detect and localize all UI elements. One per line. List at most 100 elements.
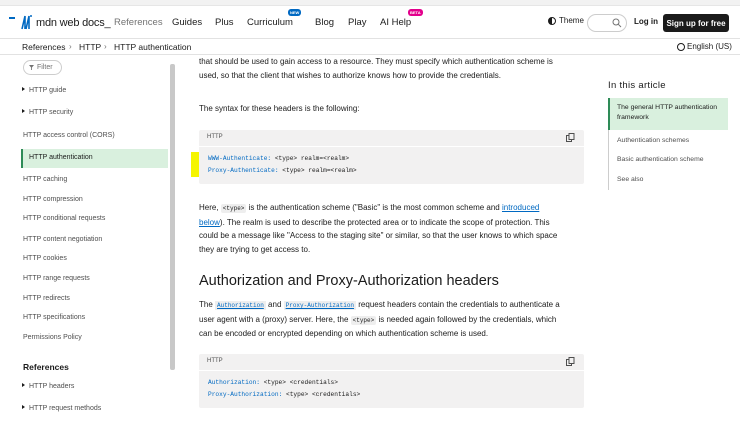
authorization-link[interactable]: Authorization	[215, 301, 266, 310]
sidebar-item-content-negotiation[interactable]: HTTP content negotiation	[23, 236, 102, 243]
theme-switcher[interactable]: Theme	[548, 16, 584, 25]
search-icon	[612, 18, 622, 28]
paragraph-type-explanation: Here, <type> is the authentication schem…	[199, 201, 587, 256]
breadcrumb-current[interactable]: HTTP authentication	[114, 42, 191, 52]
search-caret	[9, 17, 15, 19]
sidebar-item-http-security[interactable]: HTTP security	[22, 109, 73, 116]
nav-guides[interactable]: Guides	[172, 17, 202, 28]
paragraph-line: The Authorization and Proxy-Authorizatio…	[199, 298, 587, 313]
toc-item-authentication-schemes[interactable]: Authentication schemes	[617, 136, 727, 146]
nav-play[interactable]: Play	[348, 17, 366, 28]
text: and	[265, 300, 284, 309]
sidebar-item-label: HTTP request methods	[29, 405, 102, 412]
text: is needed again followed by the credenti…	[376, 314, 557, 324]
paragraph-line: below). The realm is used to describe th…	[199, 216, 587, 230]
nav-plus[interactable]: Plus	[215, 17, 233, 28]
code-block: HTTP Authorization: <type> <credentials>…	[199, 354, 584, 408]
paragraph-line: they are trying to get access to.	[199, 244, 311, 254]
language-label: English (US)	[687, 42, 732, 51]
sidebar-item-label: HTTP headers	[29, 383, 75, 390]
text: user agent with a (proxy) server. Here, …	[199, 314, 351, 324]
sidebar-item-compression[interactable]: HTTP compression	[23, 196, 83, 203]
language-switcher[interactable]: English (US)	[677, 42, 732, 51]
breadcrumb-references[interactable]: References	[22, 42, 65, 52]
nav-curriculum[interactable]: Curriculum	[247, 17, 293, 28]
paragraph-line: that should be used to gain access to a …	[199, 57, 553, 66]
toc-item-general-framework[interactable]: The general HTTP authentication framewor…	[617, 103, 727, 123]
nav-references[interactable]: References	[114, 17, 163, 28]
toc-title: In this article	[608, 80, 666, 91]
code-line: WWW-Authenticate: <type> realm=<realm>	[208, 155, 349, 162]
sidebar-item-range-requests[interactable]: HTTP range requests	[23, 275, 90, 282]
introduced-below-link[interactable]: below	[199, 218, 220, 227]
search-input[interactable]	[587, 14, 627, 32]
sidebar-item-permissions-policy[interactable]: Permissions Policy	[23, 334, 82, 341]
proxy-authorization-link[interactable]: Proxy-Authorization	[283, 301, 357, 310]
text: request headers contain the credentials …	[356, 300, 560, 309]
code-text: <type> <credentials>	[259, 379, 338, 386]
sidebar-item-http-request-methods[interactable]: HTTP request methods	[22, 405, 101, 412]
toc-item-basic-scheme[interactable]: Basic authentication scheme	[617, 155, 727, 165]
sidebar-item-specifications[interactable]: HTTP specifications	[23, 314, 85, 321]
chevron-right-icon: ›	[69, 42, 72, 51]
code-keyword: Proxy-Authenticate:	[208, 167, 279, 174]
table-of-contents: In this article The general HTTP authent…	[608, 80, 733, 190]
sidebar-item-cookies[interactable]: HTTP cookies	[23, 255, 67, 262]
triangle-right-icon	[22, 405, 25, 409]
mdn-logo-icon	[21, 15, 32, 30]
code-line: Proxy-Authorization: <type> <credentials…	[208, 391, 360, 398]
paragraph-line: could be a message like "Access to the s…	[199, 231, 558, 240]
nav-ai-help[interactable]: AI Help	[380, 17, 411, 28]
code-text: <type> <credentials>	[282, 391, 361, 398]
section-heading: Authorization and Proxy-Authorization he…	[199, 273, 499, 289]
text: ). The realm is used to describe the pro…	[219, 217, 550, 227]
logo-text: mdn web docs_	[36, 16, 111, 29]
sidebar-item-cors[interactable]: HTTP access control (CORS)	[23, 132, 115, 139]
copy-icon[interactable]	[566, 357, 575, 366]
sidebar-item-caching[interactable]: HTTP caching	[23, 176, 67, 183]
paragraph-intro: that should be used to gain access to a …	[199, 55, 587, 82]
login-link[interactable]: Log in	[634, 17, 658, 26]
code-line: Proxy-Authenticate: <type> realm=<realm>	[208, 167, 357, 174]
toc-item-see-also[interactable]: See also	[617, 175, 727, 185]
code-block: HTTP WWW-Authenticate: <type> realm=<rea…	[199, 130, 584, 184]
text: The	[199, 300, 216, 309]
sidebar-filter-input[interactable]: Filter	[23, 60, 62, 75]
text: is the authentication scheme ("Basic" is…	[246, 203, 502, 212]
paragraph-line: used, so that the client that wishes to …	[199, 70, 501, 80]
breadcrumb-http[interactable]: HTTP	[79, 42, 101, 52]
main-content: that should be used to gain access to a …	[199, 56, 589, 421]
sidebar-item-http-guide[interactable]: HTTP guide	[22, 87, 66, 94]
code-keyword: Proxy-Authorization:	[208, 391, 283, 398]
beta-badge: BETA	[408, 9, 423, 16]
site-header: mdn web docs_ References Guides Plus Cur…	[0, 6, 740, 39]
sidebar-item-label: HTTP security	[29, 109, 74, 116]
sidebar-scrollbar[interactable]	[170, 64, 175, 370]
sidebar-item-redirects[interactable]: HTTP redirects	[23, 295, 70, 302]
sidebar-item-http-authentication[interactable]: HTTP authentication	[29, 154, 93, 161]
code-keyword: WWW-Authenticate:	[208, 155, 272, 162]
sidebar: Filter HTTP guide HTTP security HTTP acc…	[0, 56, 176, 421]
signup-button[interactable]: Sign up for free	[663, 14, 729, 32]
theme-icon	[548, 16, 556, 25]
code-block-header: HTTP	[199, 354, 584, 371]
code-line: Authorization: <type> <credentials>	[208, 379, 338, 386]
nav-blog[interactable]: Blog	[315, 17, 334, 28]
code-language-label: HTTP	[207, 358, 223, 364]
code-language-label: HTTP	[207, 134, 223, 140]
triangle-right-icon	[22, 383, 25, 387]
introduced-below-link[interactable]: introduced	[502, 203, 539, 212]
copy-icon[interactable]	[566, 133, 575, 142]
chevron-right-icon: ›	[104, 42, 107, 51]
globe-icon	[677, 42, 685, 51]
mdn-logo[interactable]: mdn web docs_	[21, 15, 111, 30]
filter-placeholder: Filter	[37, 64, 53, 71]
sidebar-item-conditional-requests[interactable]: HTTP conditional requests	[23, 215, 105, 222]
new-badge: NEW	[288, 9, 302, 16]
sidebar-item-http-headers[interactable]: HTTP headers	[22, 383, 74, 390]
inline-code: <type>	[220, 204, 247, 213]
triangle-right-icon	[22, 109, 25, 113]
inline-code: <type>	[350, 315, 377, 325]
text: Here,	[199, 203, 221, 212]
filter-icon	[29, 65, 34, 70]
